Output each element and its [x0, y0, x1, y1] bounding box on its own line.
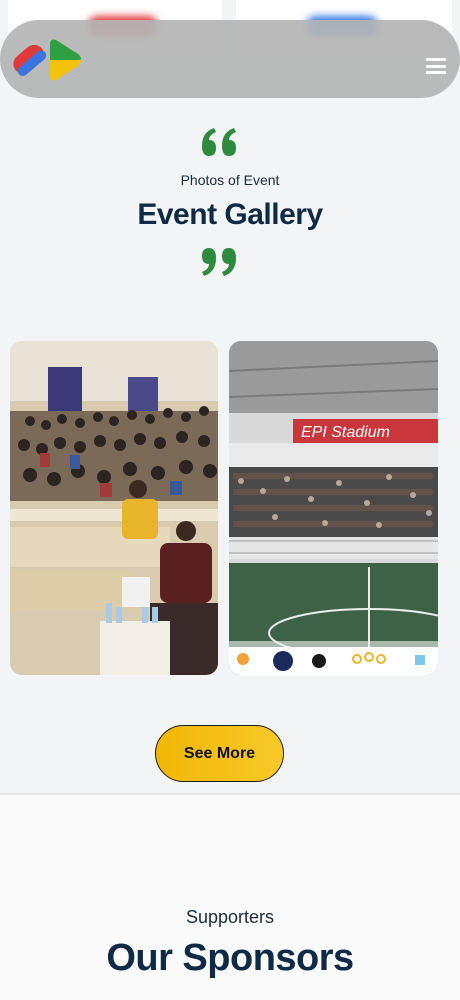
- gallery-title: Event Gallery: [137, 198, 323, 231]
- stadium-banner-text: EPI Stadium: [301, 424, 390, 441]
- sponsors-subtitle: Supporters: [185, 907, 275, 927]
- see-more-button[interactable]: See More: [155, 725, 284, 782]
- open-quote-icon: [202, 128, 236, 156]
- sponsors-section: Supporters Our Sponsors: [0, 795, 460, 1000]
- gallery-photo-stadium[interactable]: EPI Stadium: [229, 341, 438, 675]
- menu-icon[interactable]: [426, 58, 446, 74]
- gallery-photo-hall[interactable]: [10, 341, 218, 675]
- close-quote-icon: [202, 248, 236, 276]
- stadium-photo-image: EPI Stadium: [229, 341, 438, 675]
- hall-photo-image: [10, 341, 218, 675]
- gallery-subtitle: Photos of Event: [180, 172, 280, 188]
- event-gallery-section: Photos of Event Event Gallery EPI Stadiu…: [0, 108, 460, 794]
- sponsors-title: Our Sponsors: [106, 937, 354, 979]
- site-header: [0, 20, 460, 98]
- logo[interactable]: [10, 36, 90, 84]
